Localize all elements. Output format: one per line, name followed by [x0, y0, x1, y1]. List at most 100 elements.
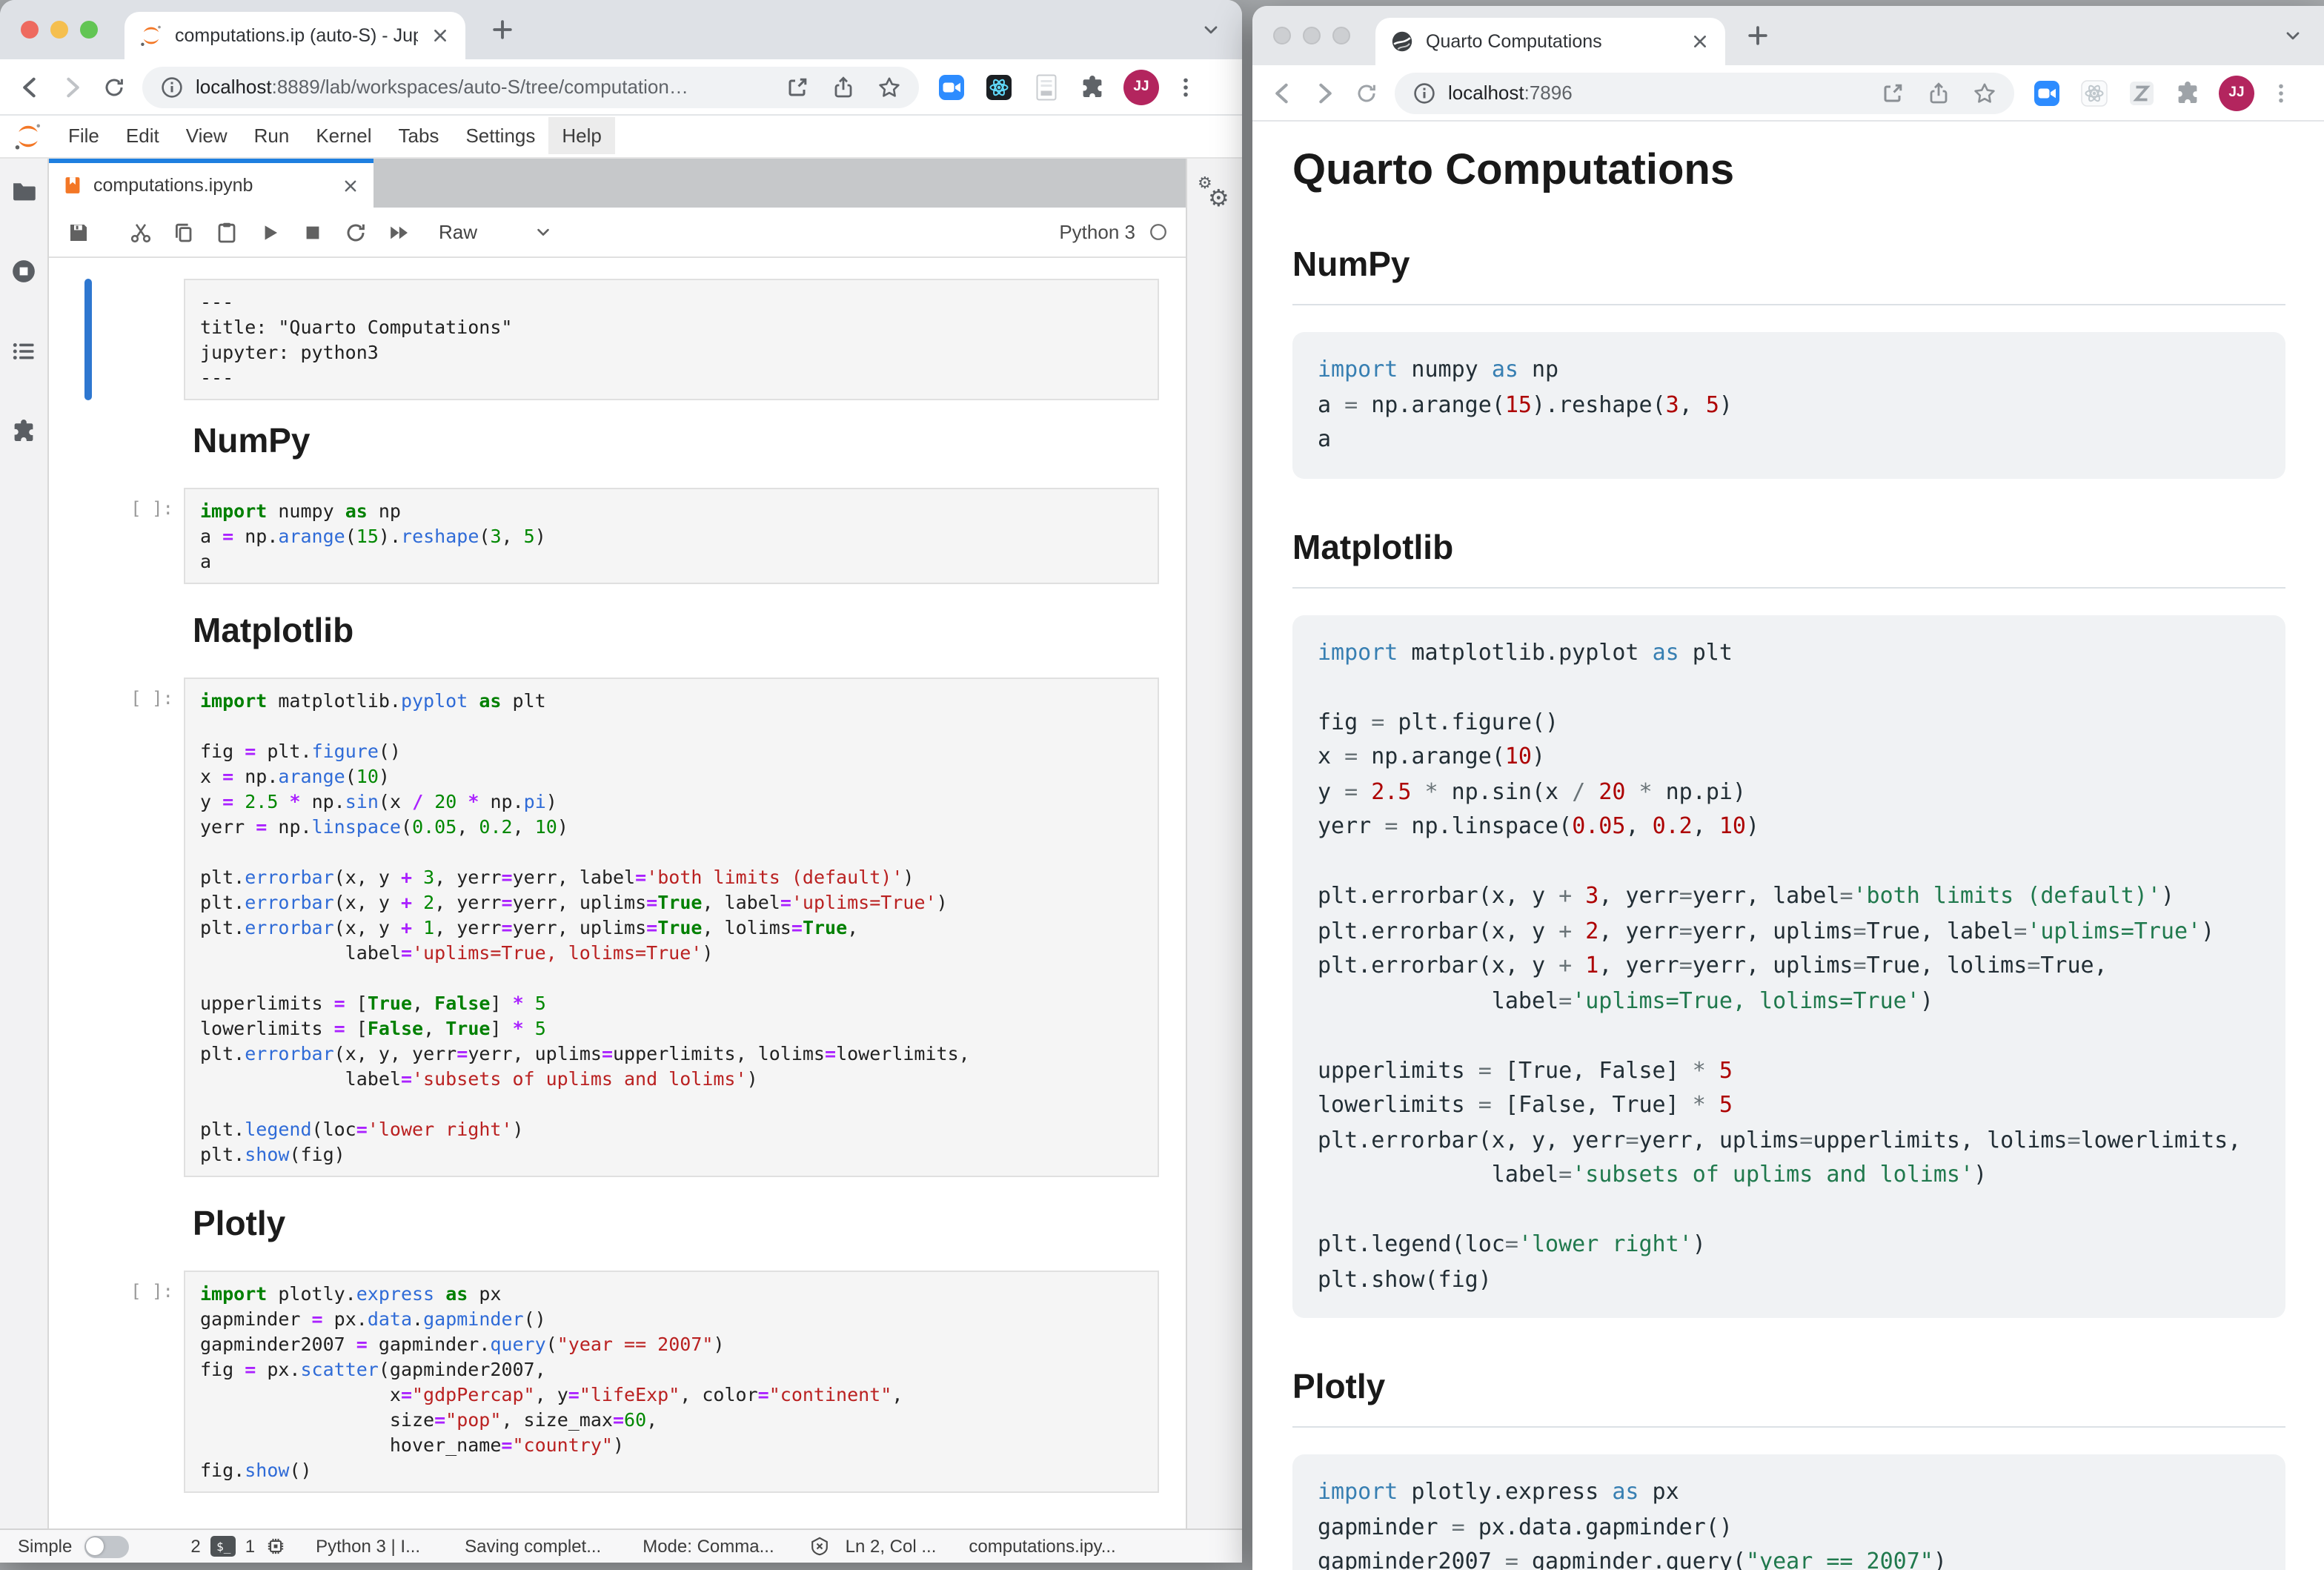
open-in-window-icon[interactable] [786, 75, 809, 99]
bookmark-star-icon[interactable] [877, 75, 901, 99]
menu-kernel[interactable]: Kernel [302, 117, 385, 154]
code-line [200, 839, 1143, 864]
browser-tab[interactable]: computations.ip (auto-S) - Jup [124, 12, 465, 59]
kernel-status[interactable]: Python 3 | I... [316, 1536, 420, 1557]
site-info-icon[interactable] [160, 75, 184, 99]
browser-menu-icon[interactable] [2269, 81, 2293, 105]
cell-type-select[interactable]: Raw [439, 221, 477, 243]
zoom-window-button[interactable] [1332, 27, 1350, 44]
copy-button[interactable] [172, 220, 196, 244]
reload-button[interactable] [1355, 81, 1378, 105]
restart-button[interactable] [344, 220, 368, 244]
extensions-puzzle-icon[interactable] [1079, 73, 1106, 100]
tab-close-icon[interactable] [430, 25, 451, 46]
zoom-ext-icon[interactable] [2032, 78, 2062, 107]
share-icon[interactable] [1927, 81, 1950, 105]
activity-bar [0, 159, 49, 1528]
menu-help[interactable]: Help [548, 117, 615, 154]
close-window-button[interactable] [1273, 27, 1291, 44]
zoom-ext-icon[interactable] [937, 72, 966, 102]
file-browser-icon[interactable] [10, 178, 37, 205]
section-heading: Plotly [1292, 1365, 2285, 1428]
markdown-cell[interactable]: NumPy [49, 421, 1186, 461]
cut-button[interactable] [129, 220, 153, 244]
forward-button[interactable] [1312, 79, 1338, 106]
kernel-name[interactable]: Python 3 [1059, 221, 1135, 243]
menu-tabs[interactable]: Tabs [385, 117, 453, 154]
section-heading: NumPy [1292, 243, 2285, 305]
cell-type-chevron-icon[interactable] [534, 222, 553, 242]
profile-avatar[interactable]: JJ [1123, 69, 1159, 105]
site-info-icon[interactable] [1412, 81, 1436, 105]
omnibox[interactable]: localhost:8889/lab/workspaces/auto-S/tre… [142, 66, 919, 107]
run-button[interactable] [258, 220, 282, 244]
paste-button[interactable] [215, 220, 239, 244]
react-devtools-ext-icon[interactable] [984, 72, 1014, 102]
menu-settings[interactable]: Settings [452, 117, 548, 154]
back-button[interactable] [16, 73, 43, 100]
tab-search-chevron-icon[interactable] [1201, 19, 1221, 40]
table-of-contents-icon[interactable] [10, 338, 37, 365]
quarto-page: Quarto Computations NumPyimport numpy as… [1252, 122, 2324, 1570]
terminals-count[interactable]: 2 [190, 1536, 200, 1557]
share-icon[interactable] [831, 75, 855, 99]
cell-editor[interactable]: ---title: "Quarto Computations"jupyter: … [184, 279, 1159, 400]
cursor-position[interactable]: Ln 2, Col ... [846, 1536, 937, 1557]
menu-edit[interactable]: Edit [113, 117, 173, 154]
kernels-count[interactable]: 1 [245, 1536, 255, 1557]
notebook-tab-close-icon[interactable] [341, 176, 360, 195]
minimize-window-button[interactable] [1303, 27, 1321, 44]
notebook-tab[interactable]: computations.ipynb [49, 159, 374, 208]
profile-avatar[interactable]: JJ [2219, 75, 2254, 110]
simple-mode-toggle[interactable] [84, 1535, 128, 1557]
stop-button[interactable] [301, 220, 325, 244]
saving-status[interactable]: Saving complet... [465, 1536, 601, 1557]
forward-button[interactable] [59, 73, 86, 100]
browser-menu-icon[interactable] [1174, 75, 1198, 99]
markdown-cell[interactable]: Matplotlib [49, 611, 1186, 651]
minimize-window-button[interactable] [50, 21, 68, 39]
command-mode-status[interactable]: Mode: Comma... [643, 1536, 774, 1557]
raw-cell[interactable]: ---title: "Quarto Computations"jupyter: … [49, 279, 1186, 400]
browser-tab-title: computations.ip (auto-S) - Jup [175, 25, 418, 46]
run-all-button[interactable] [387, 220, 411, 244]
close-window-button[interactable] [21, 21, 39, 39]
extension-manager-icon[interactable] [10, 418, 37, 445]
property-inspector-icon[interactable]: ⚙⚙ [1187, 159, 1242, 227]
docs-ext-icon[interactable] [1032, 72, 1061, 102]
code-line: gapminder = px.data.gapminder() [1318, 1510, 2260, 1545]
save-button[interactable] [67, 220, 90, 244]
code-line: fig = plt.figure() [200, 738, 1143, 764]
menu-view[interactable]: View [173, 117, 241, 154]
tab-close-icon[interactable] [1690, 31, 1710, 52]
browser-address-bar: localhost:7896 JJ [1252, 65, 2324, 122]
back-button[interactable] [1269, 79, 1295, 106]
new-tab-button[interactable] [489, 16, 516, 43]
code-cell[interactable]: [ ]:import plotly.express as pxgapminder… [49, 1271, 1186, 1493]
code-line: title: "Quarto Computations" [200, 314, 1143, 339]
omnibox[interactable]: localhost:7896 [1395, 72, 2014, 113]
bookmark-star-icon[interactable] [1973, 81, 1996, 105]
code-cell[interactable]: [ ]:import matplotlib.pyplot as plt fig … [49, 678, 1186, 1177]
reload-button[interactable] [102, 75, 126, 99]
browser-tab[interactable]: Quarto Computations [1375, 18, 1725, 65]
menu-file[interactable]: File [55, 117, 113, 154]
code-line: fig = px.scatter(gapminder2007, [200, 1357, 1143, 1382]
code-cell[interactable]: [ ]:import numpy as npa = np.arange(15).… [49, 488, 1186, 584]
tab-search-chevron-icon[interactable] [2282, 25, 2303, 46]
active-file-name[interactable]: computations.ipy... [969, 1536, 1115, 1557]
menu-run[interactable]: Run [241, 117, 303, 154]
extensions-puzzle-icon[interactable] [2174, 79, 2201, 106]
open-in-window-icon[interactable] [1881, 81, 1905, 105]
markdown-cell[interactable]: Plotly [49, 1204, 1186, 1244]
cell-editor[interactable]: import numpy as npa = np.arange(15).resh… [184, 488, 1159, 584]
new-tab-button[interactable] [1744, 22, 1771, 49]
menu-items: FileEditViewRunKernelTabsSettingsHelp [55, 123, 615, 150]
zoom-window-button[interactable] [80, 21, 98, 39]
code-line: jupyter: python3 [200, 339, 1143, 365]
running-sessions-icon[interactable] [10, 258, 37, 285]
react-devtools-ext-muted-icon[interactable] [2079, 78, 2109, 107]
cell-editor[interactable]: import plotly.express as pxgapminder = p… [184, 1271, 1159, 1493]
z-ext-icon[interactable] [2127, 78, 2157, 107]
cell-editor[interactable]: import matplotlib.pyplot as plt fig = pl… [184, 678, 1159, 1177]
